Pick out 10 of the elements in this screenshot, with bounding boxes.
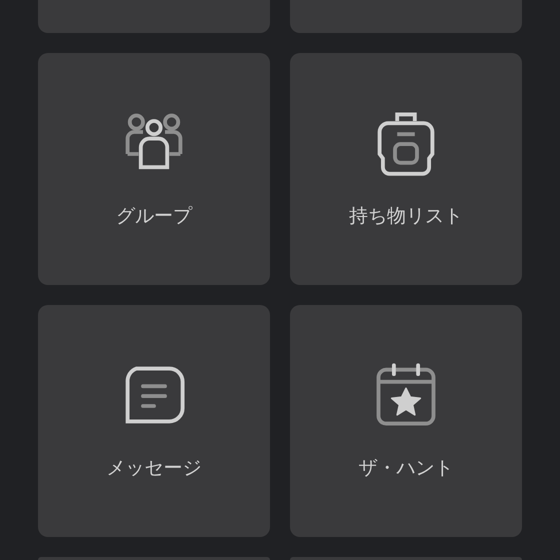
menu-card[interactable]: ザ・ハント bbox=[290, 305, 522, 537]
menu-card[interactable]: 持ち物リスト bbox=[290, 53, 522, 285]
menu-card[interactable] bbox=[38, 0, 270, 33]
card-label: 持ち物リスト bbox=[349, 204, 463, 229]
card-label: ザ・ハント bbox=[358, 456, 454, 481]
menu-card[interactable] bbox=[290, 0, 522, 33]
menu-card[interactable]: メッセージ bbox=[38, 305, 270, 537]
card-label: メッセージ bbox=[106, 456, 202, 481]
card-label: グループ bbox=[116, 204, 192, 229]
menu-card[interactable]: グループ bbox=[38, 53, 270, 285]
